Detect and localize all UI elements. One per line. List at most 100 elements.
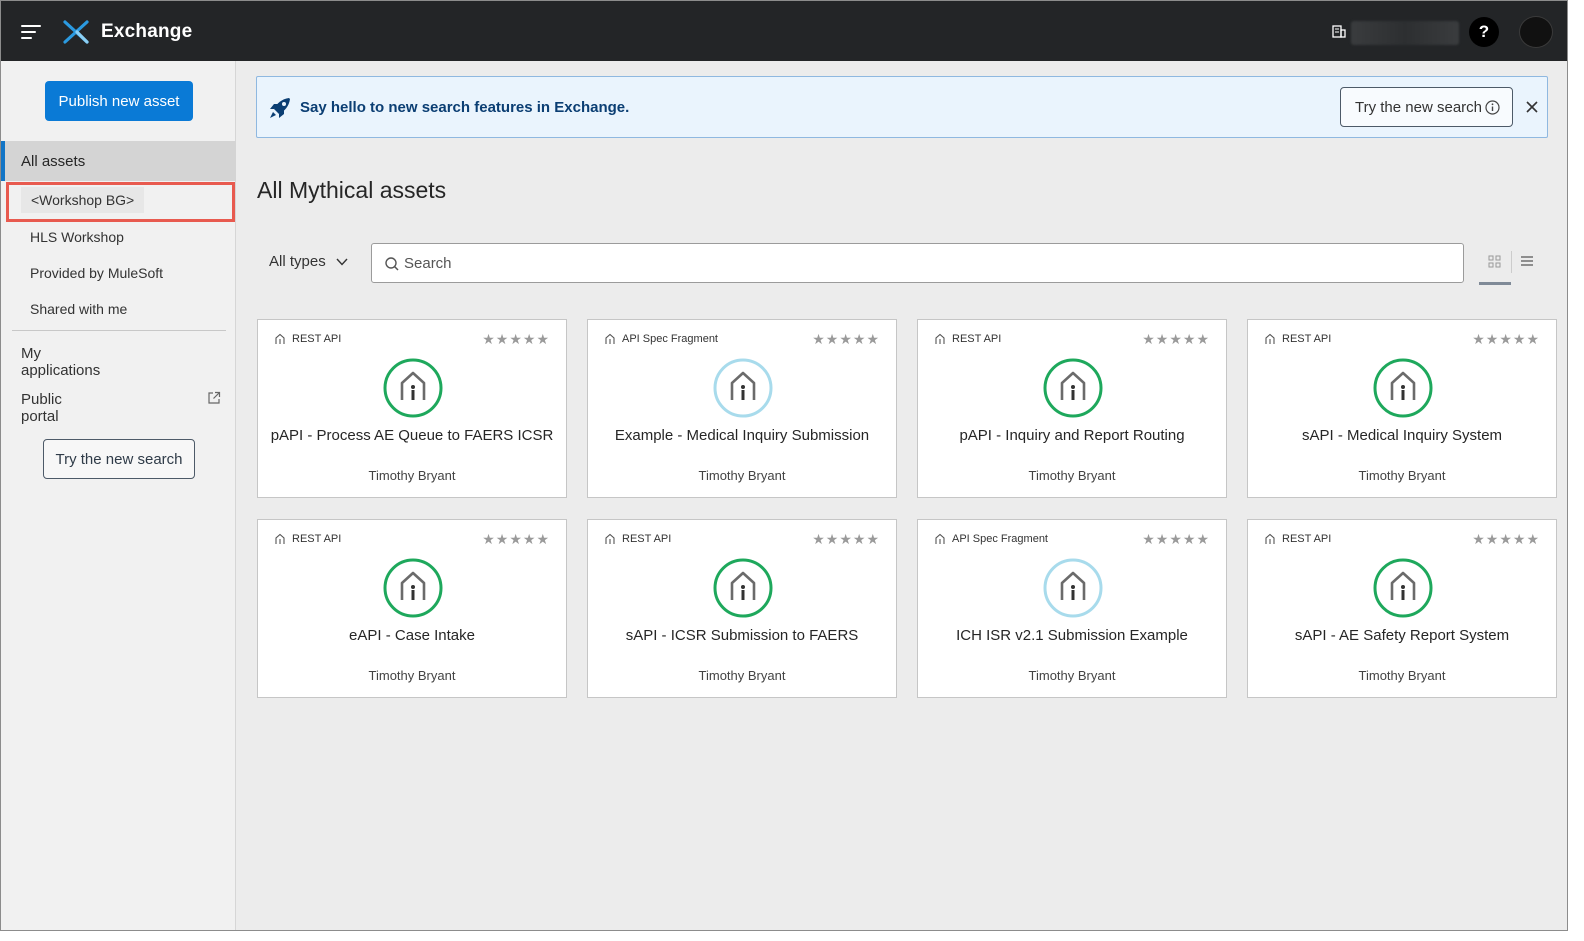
sidebar-item-hls-workshop[interactable]: HLS Workshop bbox=[30, 229, 124, 245]
asset-card[interactable]: API Spec Fragment ★★★★★ ICH ISR v2.1 Submi… bbox=[917, 519, 1227, 698]
star-icon: ★ bbox=[1499, 531, 1513, 547]
star-icon: ★ bbox=[522, 531, 537, 547]
asset-icon bbox=[1373, 558, 1433, 618]
star-icon: ★ bbox=[522, 331, 537, 347]
sidebar-item-my-applications[interactable]: My applications bbox=[21, 345, 100, 379]
sidebar-item-public-portal[interactable]: Public portal bbox=[21, 391, 62, 425]
star-icon: ★ bbox=[482, 531, 496, 547]
asset-type: API Spec Fragment bbox=[604, 333, 718, 345]
rating-stars: ★★★★★ bbox=[482, 531, 550, 548]
asset-card[interactable]: REST API ★★★★★ sAPI - ICSR Submission to F… bbox=[587, 519, 897, 698]
asset-author: Timothy Bryant bbox=[1028, 668, 1116, 683]
sidebar-divider bbox=[12, 330, 226, 331]
search-announcement-banner: Say hello to new search features in Exch… bbox=[256, 76, 1548, 138]
grid-view-icon[interactable] bbox=[1479, 251, 1511, 285]
asset-type: REST API bbox=[274, 533, 341, 545]
sidebar-item-workshop-bg[interactable]: <Workshop BG> bbox=[21, 187, 145, 213]
asset-name[interactable]: pAPI - Process AE Queue to FAERS ICSR bbox=[258, 427, 566, 444]
asset-type-icon bbox=[275, 533, 285, 544]
asset-type-label: API Spec Fragment bbox=[952, 533, 1048, 545]
info-icon bbox=[1485, 100, 1500, 115]
star-icon: ★ bbox=[482, 331, 496, 347]
external-link-icon[interactable] bbox=[207, 391, 221, 405]
sidebar-item-all-assets[interactable]: All assets bbox=[1, 141, 236, 181]
asset-card[interactable]: REST API ★★★★★ eAPI - Case Intake Timothy B… bbox=[257, 519, 567, 698]
rating-stars: ★★★★★ bbox=[1472, 531, 1540, 548]
sidebar-item-shared-with-me[interactable]: Shared with me bbox=[30, 301, 127, 317]
asset-name[interactable]: eAPI - Case Intake bbox=[258, 627, 566, 644]
rating-stars: ★★★★★ bbox=[1142, 531, 1210, 548]
try-new-search-button[interactable]: Try the new search bbox=[43, 439, 195, 479]
asset-author: Timothy Bryant bbox=[698, 468, 786, 483]
asset-card[interactable]: REST API ★★★★★ sAPI - Medical Inquiry Syst… bbox=[1247, 319, 1557, 498]
asset-type-label: REST API bbox=[292, 533, 342, 545]
star-icon: ★ bbox=[852, 331, 867, 347]
asset-type: REST API bbox=[1264, 533, 1331, 545]
rating-stars: ★★★★★ bbox=[812, 331, 880, 348]
app-window: Exchange ? Publish new asset All assets … bbox=[0, 0, 1568, 931]
star-icon: ★ bbox=[839, 331, 853, 347]
star-icon: ★ bbox=[1472, 331, 1486, 347]
search-icon bbox=[385, 257, 399, 271]
asset-icon bbox=[713, 358, 773, 418]
rating-stars: ★★★★★ bbox=[812, 531, 880, 548]
asset-type: REST API bbox=[604, 533, 671, 545]
chevron-down-icon bbox=[336, 258, 348, 266]
asset-card[interactable]: REST API ★★★★★ sAPI - AE Safety Report Sys… bbox=[1247, 519, 1557, 698]
banner-try-new-search-button[interactable]: Try the new search bbox=[1340, 87, 1513, 127]
star-icon: ★ bbox=[1142, 531, 1156, 547]
asset-type-label: REST API bbox=[1282, 533, 1332, 545]
asset-type-icon bbox=[605, 533, 615, 544]
asset-name[interactable]: sAPI - ICSR Submission to FAERS bbox=[588, 627, 896, 644]
star-icon: ★ bbox=[866, 331, 880, 347]
star-icon: ★ bbox=[812, 331, 826, 347]
star-icon: ★ bbox=[495, 331, 510, 347]
star-icon: ★ bbox=[1526, 331, 1540, 347]
asset-name[interactable]: pAPI - Inquiry and Report Routing bbox=[918, 427, 1226, 444]
star-icon: ★ bbox=[1182, 331, 1197, 347]
asset-type-icon bbox=[605, 333, 615, 344]
asset-name[interactable]: sAPI - AE Safety Report System bbox=[1248, 627, 1556, 644]
asset-icon bbox=[1373, 358, 1433, 418]
star-icon: ★ bbox=[1169, 531, 1183, 547]
search-input[interactable]: Search bbox=[371, 243, 1464, 283]
star-icon: ★ bbox=[1196, 331, 1210, 347]
star-icon: ★ bbox=[1485, 531, 1500, 547]
asset-type-dropdown[interactable]: All types bbox=[269, 253, 348, 270]
avatar[interactable] bbox=[1519, 16, 1553, 48]
asset-name[interactable]: Example - Medical Inquiry Submission bbox=[588, 427, 896, 444]
asset-name[interactable]: ICH ISR v2.1 Submission Example bbox=[918, 627, 1226, 644]
top-bar: Exchange ? bbox=[1, 1, 1567, 61]
star-icon: ★ bbox=[825, 331, 840, 347]
banner-try-label: Try the new search bbox=[1355, 98, 1482, 116]
star-icon: ★ bbox=[839, 531, 853, 547]
close-icon[interactable] bbox=[1523, 96, 1541, 118]
banner-message: Say hello to new search features in Exch… bbox=[300, 99, 630, 116]
star-icon: ★ bbox=[1196, 531, 1210, 547]
asset-name[interactable]: sAPI - Medical Inquiry System bbox=[1248, 427, 1556, 444]
star-icon: ★ bbox=[1472, 531, 1486, 547]
star-icon: ★ bbox=[1485, 331, 1500, 347]
asset-author: Timothy Bryant bbox=[1358, 468, 1446, 483]
org-icon[interactable] bbox=[1331, 23, 1347, 39]
sidebar-item-provided-by-mulesoft[interactable]: Provided by MuleSoft bbox=[30, 265, 163, 281]
star-icon: ★ bbox=[825, 531, 840, 547]
asset-type-label: REST API bbox=[952, 333, 1002, 345]
asset-icon bbox=[383, 358, 443, 418]
rocket-icon bbox=[270, 98, 290, 118]
rating-stars: ★★★★★ bbox=[482, 331, 550, 348]
hamburger-icon[interactable] bbox=[21, 22, 41, 40]
help-icon[interactable]: ? bbox=[1469, 17, 1499, 47]
asset-card[interactable]: REST API ★★★★★ pAPI - Inquiry and Report R… bbox=[917, 319, 1227, 498]
asset-card[interactable]: API Spec Fragment ★★★★★ Example - Medical … bbox=[587, 319, 897, 498]
list-view-icon[interactable] bbox=[1517, 251, 1537, 273]
org-name-redacted[interactable] bbox=[1351, 21, 1459, 45]
asset-type-label: REST API bbox=[622, 533, 672, 545]
publish-new-asset-button[interactable]: Publish new asset bbox=[45, 81, 193, 121]
asset-author: Timothy Bryant bbox=[368, 468, 456, 483]
asset-author: Timothy Bryant bbox=[698, 668, 786, 683]
star-icon: ★ bbox=[1155, 531, 1170, 547]
asset-type: REST API bbox=[274, 333, 341, 345]
star-icon: ★ bbox=[1169, 331, 1183, 347]
asset-card[interactable]: REST API ★★★★★ pAPI - Process AE Queue to … bbox=[257, 319, 567, 498]
